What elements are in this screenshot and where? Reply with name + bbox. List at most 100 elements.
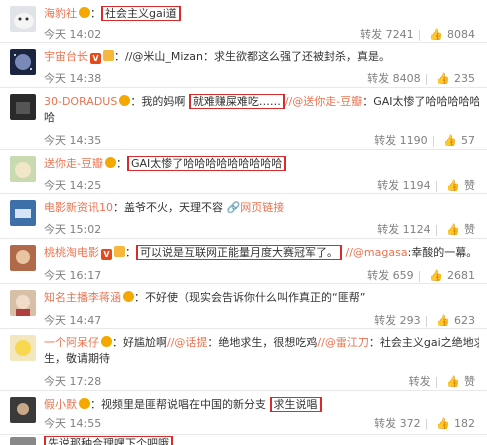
divider: | (424, 314, 429, 327)
vip-icon (101, 336, 112, 347)
avatar[interactable] (10, 156, 36, 182)
divider: | (424, 72, 429, 85)
like-count[interactable]: 2681 (447, 269, 475, 282)
mention-link[interactable]: //@送你走-豆瓣 (285, 95, 362, 108)
comment-item: 桃桃淘电影 V ：可以说是互联网正能量月度大赛冠军了。 //@magasa:幸酸的一… (0, 239, 487, 284)
username-link[interactable]: 海豹社 (44, 7, 77, 20)
comment-actions: 转发 1124 | 👍 赞 (373, 221, 475, 237)
comment-text-line-2: 生，敬请期待 (44, 352, 110, 365)
highlighted-text: 社会主义gai道 (101, 6, 181, 21)
username-link[interactable]: 电影新资讯10 (44, 201, 113, 214)
separator: ： (115, 157, 127, 170)
like-icon[interactable]: 👍 (443, 134, 457, 147)
timestamp: 今天 14:02 (44, 28, 102, 41)
like-count[interactable]: 赞 (464, 179, 475, 192)
username-link[interactable]: 送你走-豆瓣 (44, 157, 103, 170)
divider: | (417, 269, 422, 282)
comment-item: 电影新资讯10：盖爷不火，天理不容 🔗网页链接 今天 15:02 转发 1124… (0, 194, 487, 239)
separator: ： (125, 246, 136, 259)
comment-body-tail: ：GAI太惨了哈哈哈哈哈哈哈哈哈 (362, 95, 479, 108)
username-link[interactable]: 一个阿呆仔 (44, 336, 99, 349)
mention-link[interactable]: //@话提 (167, 336, 207, 349)
repost-button[interactable]: 转发 372 (374, 417, 421, 430)
avatar[interactable] (10, 49, 36, 75)
avatar[interactable] (10, 290, 36, 316)
like-count[interactable]: 182 (454, 417, 475, 430)
comment-item: 假小默 ：视频里是匪帮说唱在中国的新分支 求生说唱 今天 14:55 转发 372… (0, 391, 487, 435)
repost-button[interactable]: 转发 1194 (377, 179, 431, 192)
comment-item: 宇宙台长 V ：//@米山_Mizan：求生欲都这么强了还被封杀，真是。 今天 14… (0, 43, 487, 88)
username-link[interactable]: 30-DORADUS (44, 95, 117, 108)
comment-actions: 转发 659 | 👍 2681 (363, 267, 475, 283)
repost-button[interactable]: 转发 1190 (374, 134, 428, 147)
like-icon[interactable]: 👍 (429, 28, 443, 41)
username-link[interactable]: 桃桃淘电影 (44, 246, 99, 259)
separator: ： (90, 7, 101, 20)
like-icon[interactable]: 👍 (446, 375, 460, 388)
like-count[interactable]: 235 (454, 72, 475, 85)
comment-feed: 海豹社：社会主义gai道 今天 14:02 转发 7241 | 👍 8084 宇宙台长… (0, 0, 487, 445)
comment-body: 盖爷不火，天理不容 (124, 201, 223, 214)
username-link[interactable]: 知名主播李蒋涵 (44, 291, 121, 304)
repost-button[interactable]: 转发 8408 (367, 72, 421, 85)
repost-button[interactable]: 转发 659 (367, 269, 414, 282)
avatar[interactable] (10, 245, 36, 271)
highlighted-text: GAI太惨了哈哈哈哈哈哈哈哈哈 (126, 156, 287, 171)
level-icon (103, 50, 114, 61)
username-link[interactable]: 宇宙台长 (44, 50, 88, 63)
timestamp: 今天 14:47 (44, 314, 102, 327)
comment-text-line: 假小默 ：视频里是匪帮说唱在中国的新分支 求生说唱 (44, 397, 479, 412)
mention-link-2[interactable]: //@雷江刀 (317, 336, 368, 349)
comment-text-line: 送你走-豆瓣 ： GAI太惨了哈哈哈哈哈哈哈哈哈 (44, 156, 479, 171)
divider: | (434, 375, 439, 388)
link-icon[interactable]: 🔗 (227, 201, 241, 214)
like-icon[interactable]: 👍 (446, 223, 460, 236)
verified-icon: V (90, 53, 101, 64)
repost-button[interactable]: 转发 7241 (360, 28, 414, 41)
username-link[interactable]: 假小默 (44, 398, 77, 411)
like-count[interactable]: 8084 (447, 28, 475, 41)
avatar[interactable] (10, 94, 36, 120)
like-icon[interactable]: 👍 (436, 314, 450, 327)
highlighted-text: 就难赚屎难吃…… (188, 94, 285, 109)
comment-text-line: 海豹社 ：社会主义gai道 (44, 6, 479, 21)
comment-text-line: 先说那种合理嘿下个吧哦 (44, 436, 479, 445)
like-icon[interactable]: 👍 (429, 269, 443, 282)
comment-item: 海豹社 ：社会主义gai道 今天 14:02 转发 7241 | 👍 8084 (0, 0, 487, 43)
vip-icon (79, 7, 90, 18)
separator: ： (130, 95, 142, 108)
comment-item: 30-DORADUS ：我的妈啊 就难赚屎难吃……//@送你走-豆瓣：GAI太惨了… (0, 88, 487, 150)
like-count[interactable]: 赞 (464, 223, 475, 236)
like-icon[interactable]: 👍 (436, 417, 450, 430)
vip-icon (79, 398, 90, 409)
repost-button[interactable]: 转发 293 (374, 314, 421, 327)
avatar[interactable] (10, 6, 36, 32)
avatar[interactable] (10, 335, 36, 361)
comment-actions: 转发 293 | 👍 623 (370, 312, 475, 328)
timestamp: 今天 14:38 (44, 72, 102, 85)
comment-item: 送你走-豆瓣 ： GAI太惨了哈哈哈哈哈哈哈哈哈 今天 14:25 转发 1194 |… (0, 150, 487, 194)
comment-text-line: 一个阿呆仔 ：好尴尬啊//@话提：绝地求生，很想吃鸡//@雷江刀：社会主义gai之… (44, 335, 479, 350)
avatar[interactable] (10, 200, 36, 226)
like-icon[interactable]: 👍 (446, 179, 460, 192)
web-link[interactable]: 网页链接 (240, 201, 284, 214)
divider: | (424, 417, 429, 430)
mention-link[interactable]: //@magasa (346, 246, 408, 259)
like-count[interactable]: 57 (461, 134, 475, 147)
comment-text-line-2: 哈 (44, 111, 55, 124)
like-count[interactable]: 赞 (464, 375, 475, 388)
avatar[interactable] (10, 437, 36, 445)
separator: ： (134, 291, 145, 304)
like-count[interactable]: 623 (454, 314, 475, 327)
timestamp: 今天 16:17 (44, 269, 102, 282)
comment-actions: 转发 372 | 👍 182 (370, 415, 475, 431)
comment-body: 我的妈啊 (141, 95, 186, 108)
separator: ： (114, 50, 125, 63)
separator: ： (90, 398, 101, 411)
comment-body: 好尴尬啊 (123, 336, 167, 349)
like-icon[interactable]: 👍 (436, 72, 450, 85)
avatar[interactable] (10, 397, 36, 423)
highlighted-text: 可以说是互联网正能量月度大赛冠军了。 (136, 245, 342, 260)
repost-button[interactable]: 转发 (409, 375, 431, 388)
repost-button[interactable]: 转发 1124 (377, 223, 431, 236)
